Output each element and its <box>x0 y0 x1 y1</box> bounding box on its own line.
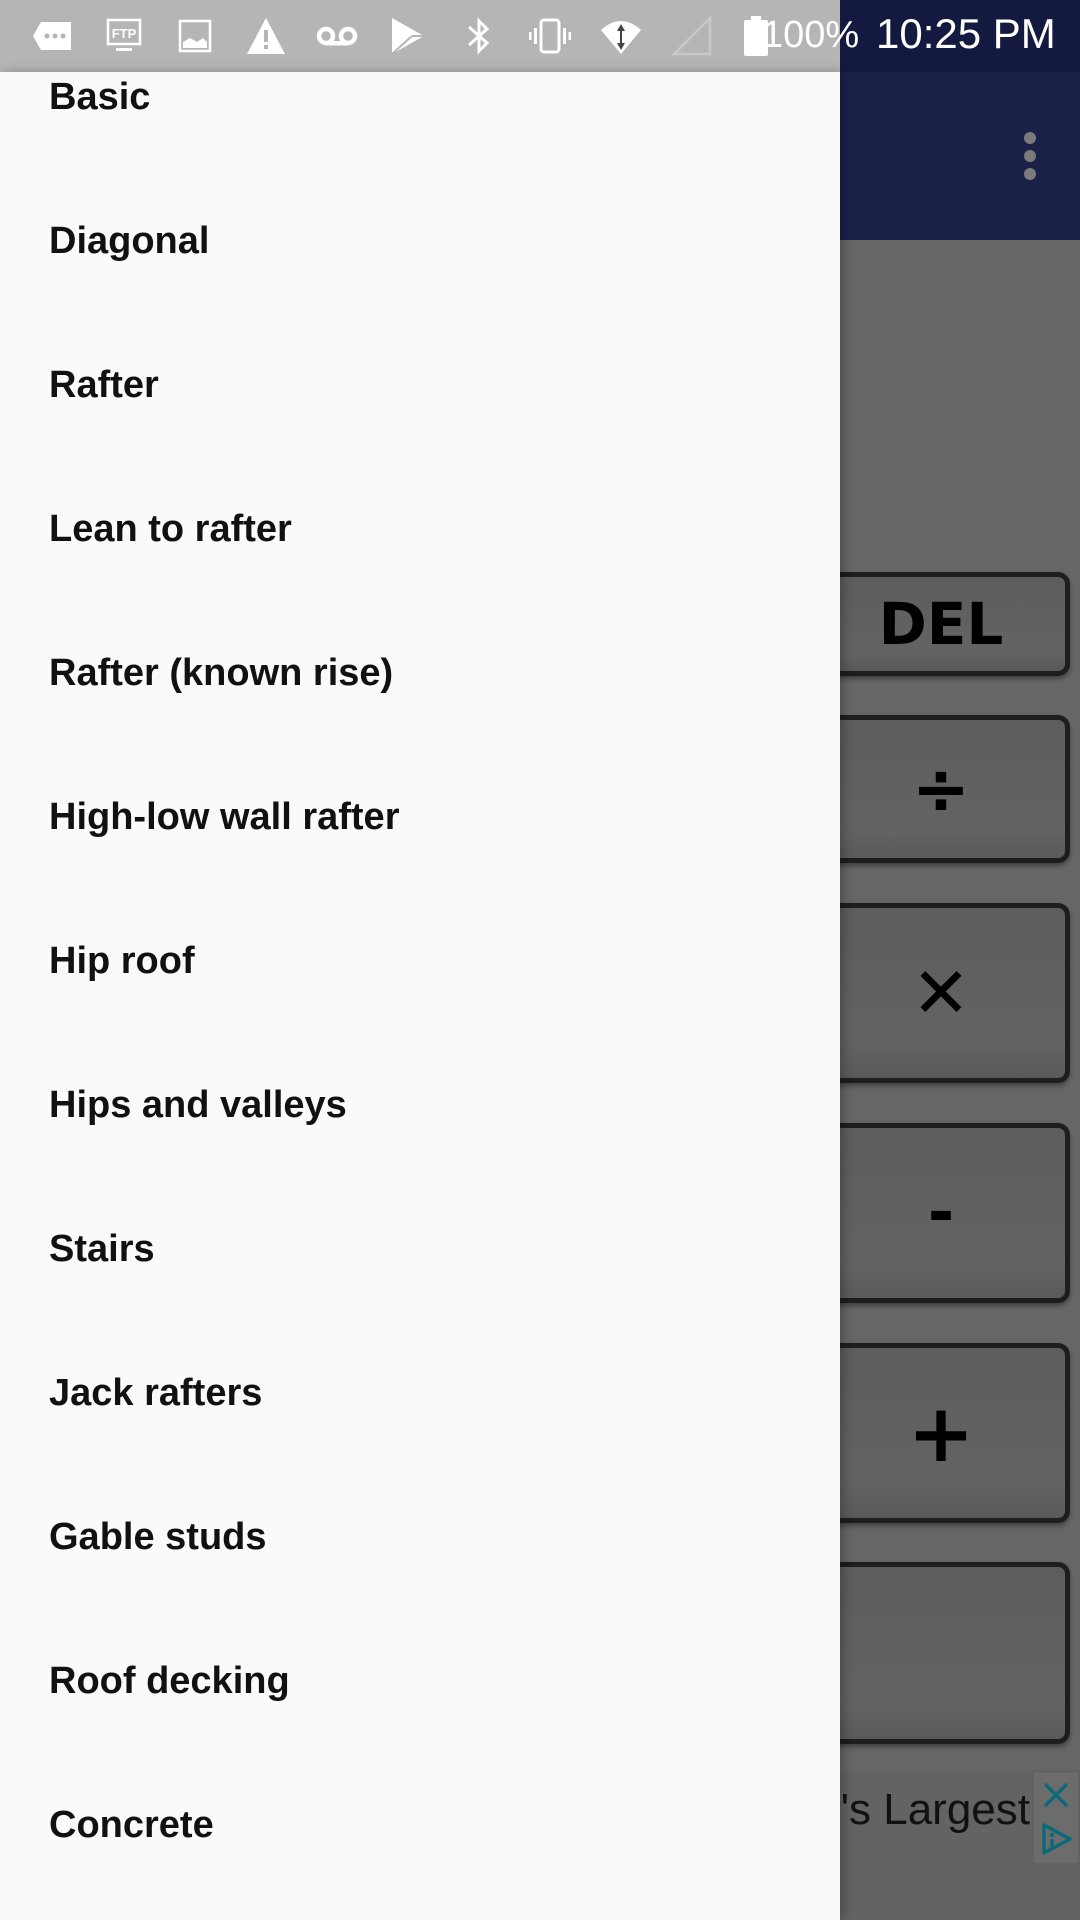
drawer-item-label: Roof decking <box>49 1659 290 1702</box>
drawer-item-label: Gable studs <box>49 1515 267 1558</box>
drawer-item-basic[interactable]: Basic <box>0 72 840 169</box>
bluetooth-icon <box>454 11 504 61</box>
drawer-item-label: Lean to rafter <box>49 507 292 550</box>
drawer-item-label: Basic <box>49 75 151 118</box>
drawer-item-jack-rafters[interactable]: Jack rafters <box>0 1321 840 1465</box>
messages-icon <box>28 11 78 61</box>
drawer-item-label: High-low wall rafter <box>49 795 400 838</box>
warning-icon <box>241 11 291 61</box>
image-icon <box>170 11 220 61</box>
drawer-item-lean-to-rafter[interactable]: Lean to rafter <box>0 457 840 601</box>
drawer-item-label: Hip roof <box>49 939 195 982</box>
voicemail-icon <box>312 11 362 61</box>
drawer-item-label: Concrete <box>49 1803 214 1846</box>
ftp-icon: FTP <box>99 11 149 61</box>
drawer-item-label: Rafter (known rise) <box>49 651 394 694</box>
drawer-item-concrete[interactable]: Concrete <box>0 1753 840 1897</box>
svg-text:FTP: FTP <box>112 26 137 41</box>
drawer-item-diagonal[interactable]: Diagonal <box>0 169 840 313</box>
notification-icons: FTP <box>28 10 795 62</box>
drawer-item-high-low-wall-rafter[interactable]: High-low wall rafter <box>0 745 840 889</box>
drawer-item-hip-roof[interactable]: Hip roof <box>0 889 840 1033</box>
drawer-item-stairs[interactable]: Stairs <box>0 1177 840 1321</box>
drawer-item-gable-studs[interactable]: Gable studs <box>0 1465 840 1609</box>
status-bar: FTP 100% <box>0 0 859 72</box>
drawer-item-label: Stairs <box>49 1227 155 1270</box>
play-store-icon <box>383 11 433 61</box>
wifi-icon <box>596 11 646 61</box>
drawer-item-label: Jack rafters <box>49 1371 263 1414</box>
drawer-item-roof-decking[interactable]: Roof decking <box>0 1609 840 1753</box>
screen: DEL ÷ ✕ - + l's Largest nunity FTP <box>0 0 1080 1920</box>
drawer-item-label: Hips and valleys <box>49 1083 347 1126</box>
vibrate-icon <box>525 11 575 61</box>
drawer-item-rafter-known-rise[interactable]: Rafter (known rise) <box>0 601 840 745</box>
navigation-drawer: Basic Diagonal Rafter Lean to rafter Rafter … <box>0 72 840 1920</box>
no-signal-icon <box>667 11 717 61</box>
clock: 10:25 PM <box>876 10 1056 57</box>
drawer-item-label: Diagonal <box>49 219 210 262</box>
drawer-item-hips-and-valleys[interactable]: Hips and valleys <box>0 1033 840 1177</box>
drawer-item-label: Rafter <box>49 363 159 406</box>
battery-percent: 100% <box>762 14 860 56</box>
drawer-item-rafter[interactable]: Rafter <box>0 313 840 457</box>
